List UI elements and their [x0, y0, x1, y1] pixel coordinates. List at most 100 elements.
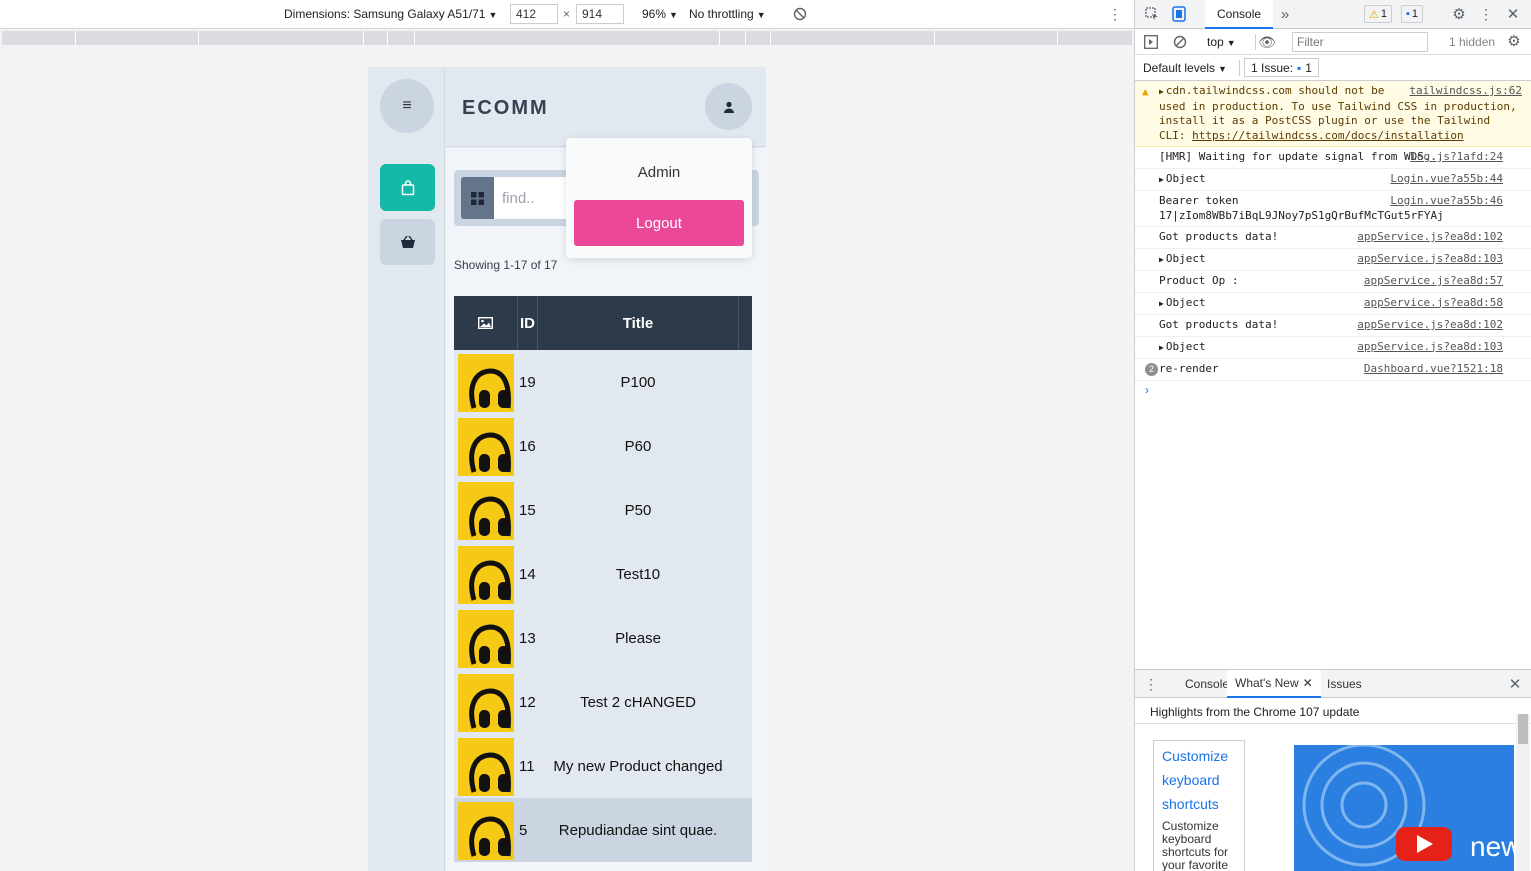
- user-name: Admin: [637, 164, 681, 181]
- chevron-down-icon: ▼: [1226, 38, 1236, 48]
- sidebar-toggle-icon[interactable]: [1143, 34, 1159, 50]
- hamburger-icon: ≡: [402, 97, 412, 114]
- log-levels-bar: Default levels ▼ 1 Issue: ▪ 1: [1135, 55, 1531, 81]
- source-link[interactable]: tailwindcss.js:62: [1409, 84, 1522, 99]
- messages-badge[interactable]: ▪ 1: [1401, 5, 1424, 23]
- close-drawer-icon[interactable]: ✕: [1507, 675, 1523, 693]
- device-height-input[interactable]: 914: [576, 4, 624, 24]
- source-link[interactable]: appService.js?ea8d:102: [1357, 318, 1503, 333]
- clear-console-icon[interactable]: [1172, 34, 1188, 50]
- table-row[interactable]: 16 P60: [454, 414, 752, 478]
- console-message: Got products data! appService.js?ea8d:102: [1135, 315, 1531, 337]
- close-devtools-icon[interactable]: ✕: [1505, 5, 1521, 23]
- media-query-bar[interactable]: [2, 31, 1132, 45]
- title-column-header[interactable]: Title: [538, 296, 738, 350]
- orders-nav-button[interactable]: [380, 219, 435, 265]
- source-link[interactable]: appService.js?ea8d:58: [1364, 296, 1503, 311]
- id-column-header[interactable]: ID: [518, 296, 537, 350]
- tab-console[interactable]: Console: [1205, 0, 1274, 29]
- console-message-text: Object: [1165, 295, 1206, 309]
- basket-icon: [400, 235, 415, 248]
- inspect-element-icon[interactable]: [1144, 6, 1160, 22]
- drawer-scrollbar-thumb[interactable]: [1518, 714, 1528, 744]
- log-levels-label: Default levels: [1143, 61, 1216, 75]
- product-id: 12: [519, 693, 536, 711]
- throttling-dropdown[interactable]: No throttling ▼: [689, 7, 766, 21]
- table-row[interactable]: 5 Repudiandae sint quae.: [454, 798, 752, 862]
- expand-arrow-icon[interactable]: ▶: [1159, 299, 1164, 308]
- expand-arrow-icon[interactable]: ▶: [1159, 255, 1164, 264]
- live-expression-eye-icon[interactable]: 👁: [1258, 34, 1276, 50]
- close-tab-icon[interactable]: ✕: [1303, 676, 1313, 690]
- throttling-label: No throttling: [689, 7, 754, 21]
- drawer-tab-console[interactable]: Console: [1185, 670, 1229, 698]
- expand-arrow-icon[interactable]: ▶: [1159, 175, 1164, 184]
- user-dropdown-menu: Admin Logout: [566, 138, 752, 258]
- drawer-tab-whats-new[interactable]: What's New ✕: [1227, 670, 1321, 698]
- product-thumbnail: [458, 418, 514, 476]
- source-link[interactable]: Login.vue?a55b:44: [1390, 172, 1503, 187]
- docs-link[interactable]: https://tailwindcss.com/docs/installatio…: [1192, 129, 1464, 142]
- table-row[interactable]: 15 P50: [454, 478, 752, 542]
- device-dimensions-dropdown[interactable]: Dimensions: Samsung Galaxy A51/71 ▼: [284, 7, 497, 21]
- source-link[interactable]: appService.js?ea8d:103: [1357, 340, 1503, 355]
- expand-arrow-icon[interactable]: ▶: [1159, 87, 1164, 96]
- source-link[interactable]: appService.js?ea8d:102: [1357, 230, 1503, 245]
- more-tabs-icon[interactable]: »: [1278, 5, 1292, 23]
- customize-shortcuts-link[interactable]: Customize keyboard shortcuts: [1162, 744, 1236, 816]
- console-prompt-icon[interactable]: ›: [1145, 383, 1149, 397]
- zoom-dropdown[interactable]: 96% ▼: [642, 7, 678, 21]
- console-message: ▶ Object Login.vue?a55b:44: [1135, 169, 1531, 191]
- user-icon: [723, 101, 734, 113]
- table-row[interactable]: 11 My new Product changed: [454, 734, 752, 798]
- console-message-text: Product Op :: [1159, 274, 1239, 287]
- menu-button[interactable]: ≡: [380, 79, 434, 133]
- source-link[interactable]: log.js?1afd:24: [1410, 150, 1503, 165]
- console-message-text: Got products data!: [1159, 230, 1279, 243]
- filter-input[interactable]: [1292, 32, 1428, 52]
- context-selector[interactable]: top ▼: [1207, 35, 1236, 49]
- console-settings-gear-icon[interactable]: ⚙: [1506, 33, 1522, 50]
- brand-logo[interactable]: ECOMM: [462, 97, 549, 120]
- device-toggle-icon[interactable]: [1171, 5, 1187, 23]
- user-menu-button[interactable]: [705, 83, 752, 130]
- warnings-badge[interactable]: ⚠ 1: [1364, 5, 1392, 23]
- drawer-scrollbar[interactable]: [1516, 714, 1530, 871]
- table-row[interactable]: 13 Please: [454, 606, 752, 670]
- log-levels-dropdown[interactable]: Default levels ▼: [1143, 61, 1227, 75]
- more-options-icon[interactable]: ⋮: [1108, 6, 1122, 22]
- rotate-icon[interactable]: [792, 6, 808, 22]
- logout-button[interactable]: Logout: [574, 200, 744, 246]
- view-toggle-button[interactable]: [461, 177, 494, 219]
- issues-button[interactable]: 1 Issue: ▪ 1: [1244, 58, 1319, 77]
- whats-new-video-thumbnail[interactable]: new: [1294, 745, 1514, 871]
- console-message: ▶ Object appService.js?ea8d:103: [1135, 337, 1531, 359]
- console-message: 2 re-render Dashboard.vue?1521:18: [1135, 359, 1531, 381]
- products-nav-button[interactable]: [380, 164, 435, 211]
- console-message-text: Got products data!: [1159, 318, 1279, 331]
- product-title: Please: [615, 629, 661, 647]
- source-link[interactable]: Dashboard.vue?1521:18: [1364, 362, 1503, 377]
- console-message-text: [HMR] Waiting for update signal from WDS…: [1159, 150, 1444, 163]
- drawer-tab-issues[interactable]: Issues: [1327, 670, 1362, 698]
- expand-arrow-icon[interactable]: ▶: [1159, 343, 1164, 352]
- product-thumbnail: [458, 610, 514, 668]
- drawer-menu-icon[interactable]: ⋮: [1144, 676, 1158, 692]
- console-warning: ▲ ▶ tailwindcss.js:62 cdn.tailwindcss.com s…: [1135, 81, 1531, 147]
- message-icon: ▪: [1297, 60, 1302, 75]
- console-message: Product Op : appService.js?ea8d:57: [1135, 271, 1531, 293]
- source-link[interactable]: appService.js?ea8d:57: [1364, 274, 1503, 289]
- issues-count: 1: [1305, 60, 1312, 75]
- table-row[interactable]: 12 Test 2 cHANGED: [454, 670, 752, 734]
- console-message-text: Object: [1165, 171, 1206, 185]
- whats-new-card[interactable]: Customize keyboard shortcuts Customize k…: [1153, 740, 1245, 871]
- source-link[interactable]: Login.vue?a55b:46: [1390, 194, 1503, 209]
- settings-gear-icon[interactable]: ⚙: [1451, 6, 1467, 23]
- devtools-menu-icon[interactable]: ⋮: [1479, 6, 1493, 22]
- source-link[interactable]: appService.js?ea8d:103: [1357, 252, 1503, 267]
- table-row[interactable]: 14 Test10: [454, 542, 752, 606]
- device-width-input[interactable]: 412: [510, 4, 558, 24]
- search-input[interactable]: [494, 177, 574, 219]
- warnings-count: 1: [1380, 8, 1387, 20]
- table-row[interactable]: 19 P100: [454, 350, 752, 414]
